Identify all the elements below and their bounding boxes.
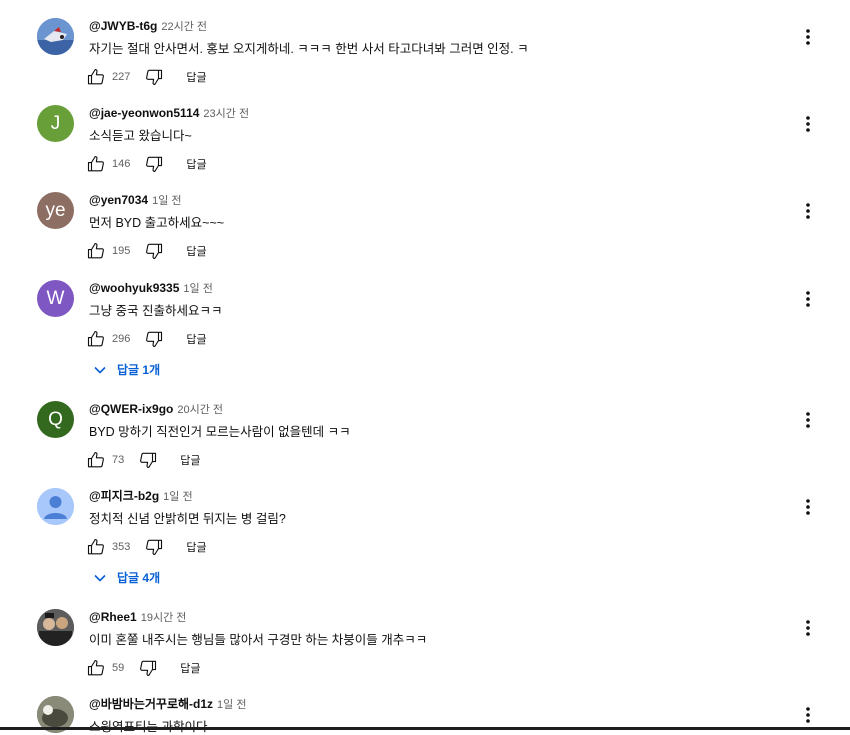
comment-time[interactable]: 19시간 전 <box>141 612 187 624</box>
comment-time[interactable]: 1일 전 <box>163 491 192 503</box>
comment-text: 이미 혼쭐 내주시는 행님들 많아서 구경만 하는 차붕이들 개추ㅋㅋ <box>89 633 428 647</box>
author-name[interactable]: @피지크-b2g <box>89 489 159 503</box>
more-options-icon[interactable] <box>800 288 816 310</box>
reply-button[interactable]: 답글 <box>180 660 200 676</box>
dislike-icon[interactable] <box>138 658 158 678</box>
like-icon[interactable] <box>86 658 106 678</box>
reply-button[interactable]: 답글 <box>186 243 206 259</box>
more-options-icon[interactable] <box>800 409 816 431</box>
more-options-icon[interactable] <box>800 113 816 135</box>
avatar[interactable]: J <box>37 105 74 142</box>
comment-actions: 73 답글 <box>86 450 201 470</box>
reply-button[interactable]: 답글 <box>186 539 206 555</box>
like-count: 296 <box>112 333 131 345</box>
author-name[interactable]: @Rhee1 <box>89 610 137 624</box>
chevron-down-icon <box>93 571 107 585</box>
comment-header: @바밤바는거꾸로해-d1z 1일 전 <box>89 695 246 713</box>
avatar[interactable] <box>37 18 74 55</box>
like-icon[interactable] <box>86 450 106 470</box>
more-options-icon[interactable] <box>800 26 816 48</box>
author-name[interactable]: @woohyuk9335 <box>89 281 179 295</box>
comment-actions: 146 답글 <box>86 154 207 174</box>
reply-button[interactable]: 답글 <box>186 331 206 347</box>
like-count: 73 <box>112 454 125 466</box>
comment-time[interactable]: 1일 전 <box>152 195 181 207</box>
dislike-icon[interactable] <box>144 67 164 87</box>
like-icon[interactable] <box>86 537 106 557</box>
comment-header: @woohyuk9335 1일 전 <box>89 279 213 297</box>
comment-text: 스윙역포티는 과학이다 <box>89 716 207 735</box>
comment-header: @피지크-b2g 1일 전 <box>89 487 193 505</box>
comment-text: 소식듣고 왔습니다~ <box>89 129 192 143</box>
comment-time[interactable]: 1일 전 <box>217 699 246 711</box>
like-icon[interactable] <box>86 241 106 261</box>
author-name[interactable]: @바밤바는거꾸로해-d1z <box>89 697 213 711</box>
reply-button[interactable]: 답글 <box>180 452 200 468</box>
author-name[interactable]: @QWER-ix9go <box>89 402 173 416</box>
view-replies-label: 답글 1개 <box>117 363 161 377</box>
like-count: 146 <box>112 158 131 170</box>
like-count: 227 <box>112 71 131 83</box>
comment-actions: 59 답글 <box>86 658 201 678</box>
dislike-icon[interactable] <box>144 241 164 261</box>
comment-actions: 195 답글 <box>86 241 207 261</box>
avatar[interactable]: W <box>37 280 74 317</box>
like-icon[interactable] <box>86 329 106 349</box>
comment-text: BYD 망하기 직전인거 모르는사람이 없을텐데 ㅋㅋ <box>89 425 351 439</box>
comment-text: 그냥 중국 진출하세요ㅋㅋ <box>89 304 223 318</box>
avatar[interactable] <box>37 488 74 525</box>
view-replies-button[interactable]: 답글 1개 <box>93 361 160 378</box>
like-count: 59 <box>112 662 125 674</box>
comment-actions: 296 답글 <box>86 329 207 349</box>
dislike-icon[interactable] <box>144 537 164 557</box>
comment-header: @jae-yeonwon5114 23시간 전 <box>89 104 249 122</box>
avatar[interactable] <box>37 609 74 646</box>
comment-text: 먼저 BYD 출고하세요~~~ <box>89 216 225 230</box>
comment-actions: 227 답글 <box>86 67 207 87</box>
comment-header: @Rhee1 19시간 전 <box>89 608 186 626</box>
author-name[interactable]: @yen7034 <box>89 193 148 207</box>
like-count: 195 <box>112 245 131 257</box>
comment-text: 정치적 신념 안밝히면 뒤지는 병 걸림? <box>89 512 286 526</box>
more-options-icon[interactable] <box>800 704 816 726</box>
dislike-icon[interactable] <box>144 154 164 174</box>
more-options-icon[interactable] <box>800 200 816 222</box>
like-icon[interactable] <box>86 67 106 87</box>
comment-time[interactable]: 23시간 전 <box>203 108 249 120</box>
comment-text: 자기는 절대 안사면서. 홍보 오지게하네. ㅋㅋㅋ 한번 사서 타고다녀봐 그… <box>89 42 529 56</box>
more-options-icon[interactable] <box>800 617 816 639</box>
like-count: 353 <box>112 541 131 553</box>
view-replies-button[interactable]: 답글 4개 <box>93 569 160 586</box>
comment-header: @QWER-ix9go 20시간 전 <box>89 400 223 418</box>
avatar[interactable]: Q <box>37 401 74 438</box>
comment-header: @JWYB-t6g 22시간 전 <box>89 17 207 35</box>
more-options-icon[interactable] <box>800 496 816 518</box>
reply-button[interactable]: 답글 <box>186 69 206 85</box>
dislike-icon[interactable] <box>138 450 158 470</box>
view-replies-label: 답글 4개 <box>117 571 161 585</box>
chevron-down-icon <box>93 363 107 377</box>
reply-button[interactable]: 답글 <box>186 156 206 172</box>
dislike-icon[interactable] <box>144 329 164 349</box>
author-name[interactable]: @jae-yeonwon5114 <box>89 106 199 120</box>
comment-header: @yen7034 1일 전 <box>89 191 182 209</box>
author-name[interactable]: @JWYB-t6g <box>89 19 157 33</box>
comment-time[interactable]: 1일 전 <box>183 283 212 295</box>
comment-actions: 353 답글 <box>86 537 207 557</box>
comment-time[interactable]: 20시간 전 <box>177 404 223 416</box>
like-icon[interactable] <box>86 154 106 174</box>
comment-time[interactable]: 22시간 전 <box>161 21 207 33</box>
avatar[interactable]: ye <box>37 192 74 229</box>
